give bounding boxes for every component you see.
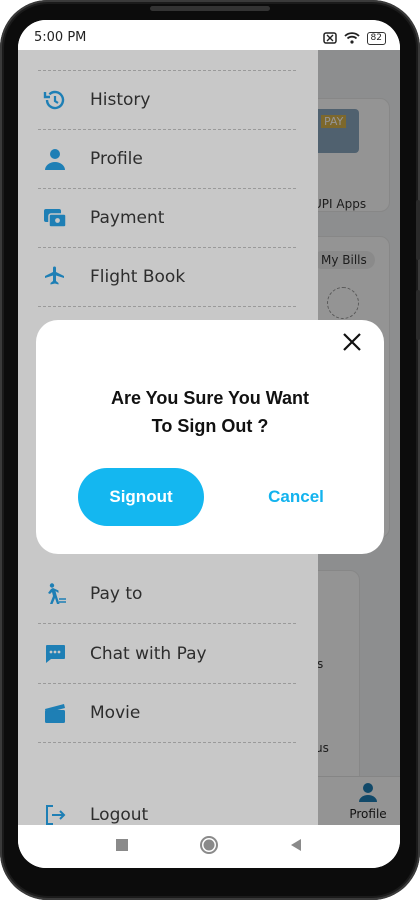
airplane-icon: [40, 265, 70, 289]
chat-icon: [40, 642, 70, 666]
drawer-item-profile[interactable]: Profile: [38, 129, 296, 189]
clapperboard-icon: [40, 701, 70, 725]
drawer-item-label: Pay to: [90, 583, 143, 604]
drawer-item-movie[interactable]: Movie: [38, 683, 296, 743]
volume-button: [416, 200, 420, 260]
drawer-item-label: Movie: [90, 702, 141, 723]
drawer-item-label: Payment: [90, 207, 165, 228]
power-button: [416, 290, 420, 340]
signout-dialog: Are You Sure You Want To Sign Out ? Sign…: [36, 320, 384, 554]
walking-person-icon: [40, 582, 70, 606]
screen: 5:00 PM 82 PAY UPI Apps My Bills s us Pr…: [18, 20, 400, 868]
speaker-grille: [150, 6, 270, 11]
drawer-item-label: Profile: [90, 148, 143, 169]
close-icon[interactable]: [340, 330, 364, 354]
sim-icon: [322, 29, 337, 48]
battery-indicator: 82: [366, 32, 386, 45]
home-icon[interactable]: [199, 835, 219, 859]
drawer-item-label: Logout: [90, 804, 149, 825]
status-icons: 82: [322, 29, 386, 48]
drawer-item-label: History: [90, 89, 151, 110]
history-icon: [40, 88, 70, 112]
logout-icon: [40, 803, 70, 827]
back-icon[interactable]: [289, 837, 303, 856]
drawer-item-label: Flight Book: [90, 266, 186, 287]
dialog-message: Are You Sure You Want To Sign Out ?: [36, 384, 384, 440]
status-time: 5:00 PM: [34, 30, 87, 45]
drawer-item-history[interactable]: History: [38, 70, 296, 130]
dialog-message-line-1: Are You Sure You Want: [110, 388, 310, 408]
status-bar: 5:00 PM 82: [18, 20, 400, 50]
dialog-message-line-2: To Sign Out ?: [151, 416, 269, 436]
recents-icon[interactable]: [115, 837, 129, 856]
drawer-item-chat-with-pay[interactable]: Chat with Pay: [38, 624, 296, 684]
drawer-item-pay-to[interactable]: Pay to: [38, 564, 296, 624]
phone-frame: 5:00 PM 82 PAY UPI Apps My Bills s us Pr…: [0, 0, 420, 900]
drawer-item-payment[interactable]: Payment: [38, 188, 296, 248]
cancel-button[interactable]: Cancel: [236, 468, 356, 526]
user-icon: [40, 147, 70, 171]
drawer-item-label: Chat with Pay: [90, 643, 207, 664]
drawer-item-flight-book[interactable]: Flight Book: [38, 247, 296, 307]
wifi-icon: [343, 29, 360, 48]
payment-card-icon: [40, 206, 70, 230]
system-navigation-bar: [18, 825, 400, 868]
signout-button[interactable]: Signout: [78, 468, 204, 526]
